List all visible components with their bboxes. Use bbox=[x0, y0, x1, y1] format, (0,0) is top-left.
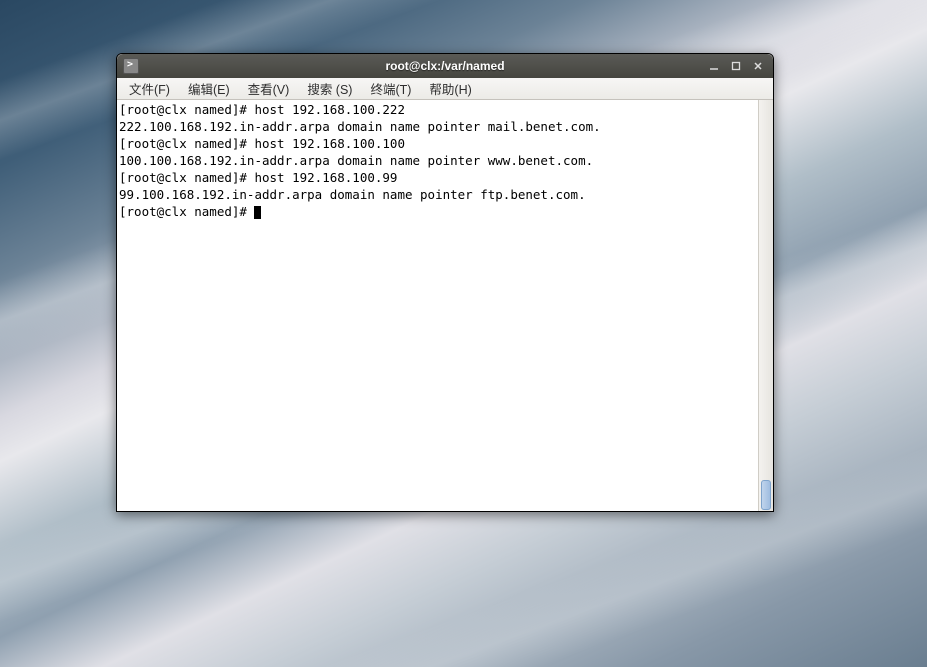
menubar: 文件(F) 编辑(E) 查看(V) 搜索 (S) 终端(T) 帮助(H) bbox=[117, 78, 773, 100]
scrollbar[interactable] bbox=[758, 100, 773, 511]
terminal-window: root@clx:/var/named 文件(F) 编辑(E) 查看(V) 搜索… bbox=[116, 53, 774, 512]
close-button[interactable] bbox=[749, 58, 767, 74]
terminal-icon bbox=[123, 58, 139, 74]
minimize-button[interactable] bbox=[705, 58, 723, 74]
menu-view[interactable]: 查看(V) bbox=[240, 77, 298, 100]
menu-file[interactable]: 文件(F) bbox=[121, 77, 178, 100]
window-controls bbox=[705, 58, 767, 74]
terminal-container: [root@clx named]# host 192.168.100.222 2… bbox=[117, 100, 773, 511]
menu-search[interactable]: 搜索 (S) bbox=[299, 77, 360, 100]
maximize-button[interactable] bbox=[727, 58, 745, 74]
menu-terminal[interactable]: 终端(T) bbox=[362, 77, 419, 100]
scroll-thumb[interactable] bbox=[761, 480, 771, 510]
window-title: root@clx:/var/named bbox=[385, 59, 504, 73]
menu-edit[interactable]: 编辑(E) bbox=[180, 77, 238, 100]
cursor bbox=[254, 206, 261, 219]
titlebar[interactable]: root@clx:/var/named bbox=[117, 54, 773, 78]
menu-help[interactable]: 帮助(H) bbox=[421, 77, 479, 100]
terminal-output[interactable]: [root@clx named]# host 192.168.100.222 2… bbox=[117, 100, 758, 511]
